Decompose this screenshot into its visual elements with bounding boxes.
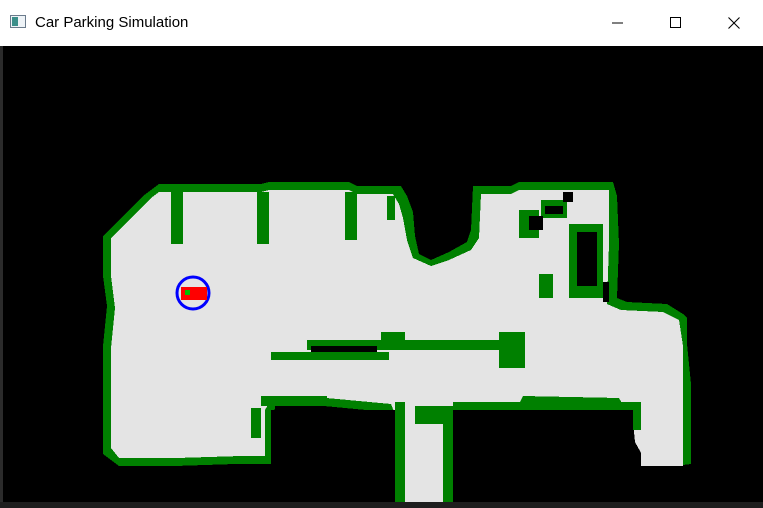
pillar-1: [171, 192, 183, 244]
simulation-canvas[interactable]: [3, 46, 763, 502]
pillar-4: [387, 196, 395, 220]
app-window: Car Parking Simulation: [0, 0, 763, 508]
minimize-icon: [612, 22, 623, 24]
close-button[interactable]: [705, 0, 763, 46]
center-bar-right: [499, 332, 525, 368]
window-title: Car Parking Simulation: [35, 14, 189, 31]
window-bottom-edge: [0, 502, 763, 508]
maximize-button[interactable]: [647, 0, 705, 46]
app-window-icon: [10, 15, 26, 28]
pillar-3: [345, 192, 357, 240]
pillar-2: [257, 192, 269, 244]
center-bar-long: [271, 352, 389, 360]
car-body: [181, 287, 207, 300]
close-icon: [728, 17, 740, 29]
car-marker: [185, 290, 190, 295]
parking-map: [103, 182, 763, 502]
center-bar-cap: [381, 332, 405, 342]
maximize-icon: [670, 17, 681, 28]
title-bar[interactable]: Car Parking Simulation: [0, 0, 763, 46]
minimize-button[interactable]: [589, 0, 647, 46]
block-mid-right: [539, 274, 553, 298]
